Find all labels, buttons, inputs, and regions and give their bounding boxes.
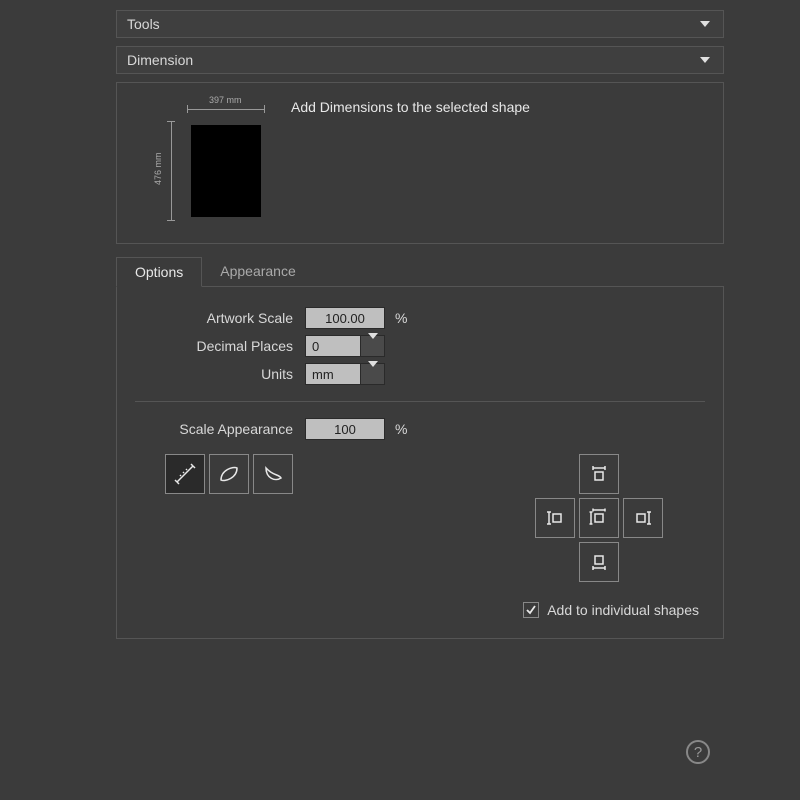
dim-center-icon — [588, 507, 610, 529]
dim-top-icon — [588, 463, 610, 485]
divider — [135, 401, 705, 402]
ruler-icon — [173, 462, 197, 486]
arc-dimension-button[interactable] — [253, 454, 293, 494]
dim-left-icon — [544, 507, 566, 529]
artwork-scale-suffix: % — [395, 310, 407, 326]
tools-header[interactable]: Tools — [116, 10, 724, 38]
checkmark-icon — [525, 604, 537, 616]
chevron-down-icon — [368, 339, 378, 354]
tab-options[interactable]: Options — [116, 257, 202, 287]
dimension-bottom-button[interactable] — [579, 542, 619, 582]
chevron-down-icon — [695, 50, 715, 70]
dimension-header[interactable]: Dimension — [116, 46, 724, 74]
options-tab-body: Artwork Scale % Decimal Places 0 Units m… — [116, 287, 724, 639]
help-button[interactable]: ? — [686, 740, 710, 764]
linear-dimension-button[interactable] — [165, 454, 205, 494]
scale-appearance-suffix: % — [395, 421, 407, 437]
units-dropdown-button[interactable] — [361, 363, 385, 385]
illus-width-label: 397 mm — [209, 95, 242, 105]
illus-height-label: 476 mm — [153, 152, 163, 185]
dimension-right-button[interactable] — [623, 498, 663, 538]
direction-grid — [533, 454, 665, 586]
tab-row: Options Appearance — [116, 256, 724, 287]
artwork-scale-label: Artwork Scale — [135, 310, 305, 326]
dim-bottom-icon — [588, 551, 610, 573]
leaf-icon — [217, 462, 241, 486]
chevron-down-icon — [368, 367, 378, 382]
artwork-scale-input[interactable] — [305, 307, 385, 329]
illustration-description: Add Dimensions to the selected shape — [291, 93, 530, 115]
dimension-left-button[interactable] — [535, 498, 575, 538]
dimension-top-button[interactable] — [579, 454, 619, 494]
help-icon: ? — [694, 744, 702, 761]
leaf-dimension-button[interactable] — [209, 454, 249, 494]
units-value[interactable]: mm — [305, 363, 361, 385]
decimal-places-dropdown-button[interactable] — [361, 335, 385, 357]
dimension-header-label: Dimension — [127, 52, 193, 68]
dimension-illustration: 397 mm 476 mm — [131, 93, 271, 233]
illustration-panel: 397 mm 476 mm Add Dimensions to the sele… — [116, 82, 724, 244]
dim-right-icon — [632, 507, 654, 529]
scale-appearance-input[interactable] — [305, 418, 385, 440]
tools-header-label: Tools — [127, 16, 160, 32]
arc-icon — [261, 462, 285, 486]
add-individual-label: Add to individual shapes — [547, 602, 699, 618]
units-label: Units — [135, 366, 305, 382]
chevron-down-icon — [695, 14, 715, 34]
tab-appearance[interactable]: Appearance — [202, 257, 314, 287]
add-individual-checkbox[interactable] — [523, 602, 539, 618]
decimal-places-label: Decimal Places — [135, 338, 305, 354]
scale-appearance-label: Scale Appearance — [135, 421, 305, 437]
decimal-places-value[interactable]: 0 — [305, 335, 361, 357]
dimension-center-button[interactable] — [579, 498, 619, 538]
